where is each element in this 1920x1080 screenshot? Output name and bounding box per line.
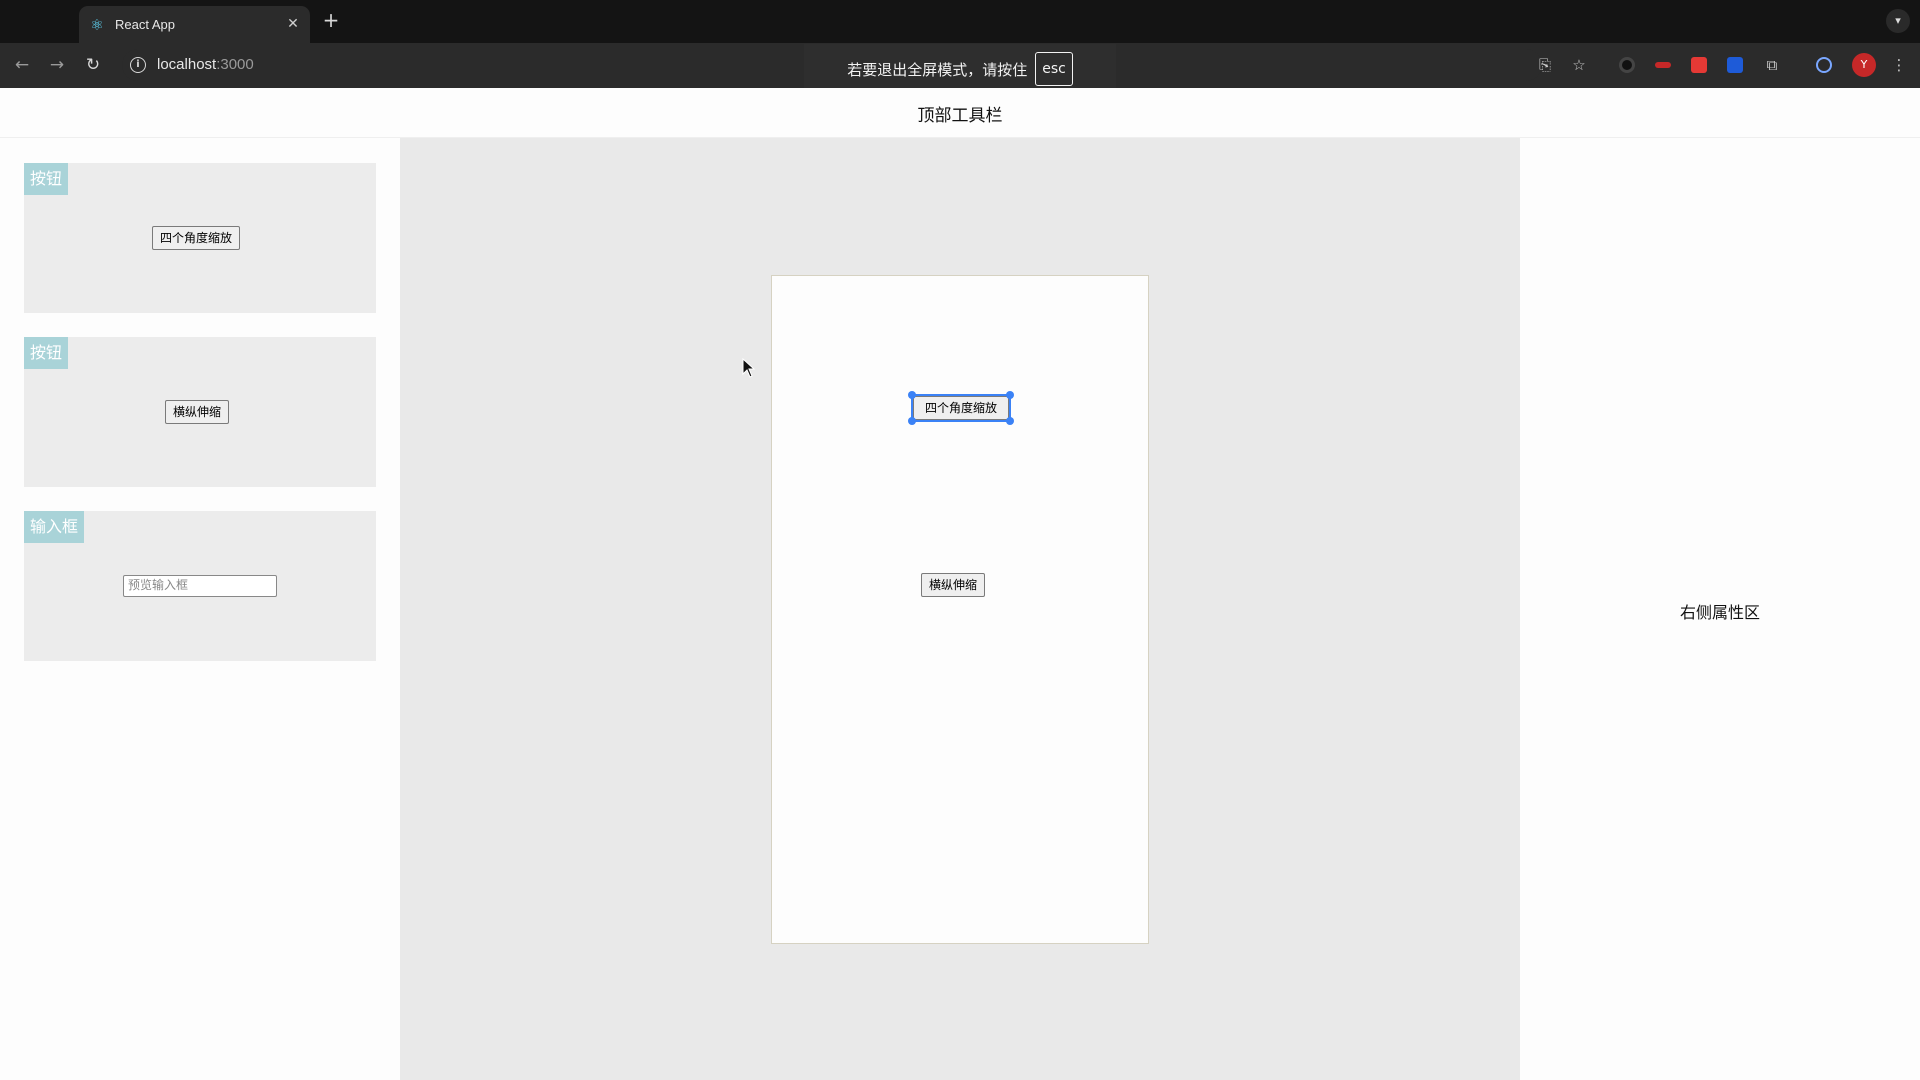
url-host: localhost — [157, 56, 217, 73]
mouse-cursor-icon — [742, 358, 756, 378]
canvas-area[interactable]: 四个角度缩放 横纵伸缩 — [400, 138, 1520, 1080]
resize-handle-top-left[interactable] — [908, 391, 916, 399]
component-card-button-stretch[interactable]: 按钮 横纵伸缩 — [24, 337, 376, 487]
resize-handle-bottom-right[interactable] — [1006, 417, 1014, 425]
browser-tabstrip: ⚛ React App ✕ + ▾ — [0, 0, 1920, 43]
properties-panel: 右侧属性区 — [1520, 138, 1920, 1080]
properties-panel-title: 右侧属性区 — [1679, 603, 1760, 622]
component-card-input[interactable]: 输入框 预览输入框 — [24, 511, 376, 661]
top-toolbar-title: 顶部工具栏 — [917, 106, 1003, 126]
plus-icon[interactable]: + — [320, 8, 342, 34]
resize-handle-bottom-left[interactable] — [908, 417, 916, 425]
extension-circle-icon[interactable] — [1816, 57, 1832, 73]
extension-app-icon[interactable] — [1691, 57, 1707, 73]
fullscreen-notice-text: 若要退出全屏模式，请按住 — [847, 60, 1028, 79]
extension-red-icon[interactable] — [1655, 62, 1671, 68]
reload-icon[interactable]: ↻ — [82, 54, 104, 76]
star-icon[interactable]: ☆ — [1569, 55, 1589, 75]
url-text: localhost:3000 — [157, 56, 254, 73]
preview-button[interactable]: 横纵伸缩 — [165, 400, 230, 424]
chevron-down-icon[interactable]: ▾ — [1886, 9, 1910, 33]
info-icon[interactable]: i — [130, 57, 146, 73]
forward-arrow-icon[interactable]: → — [46, 54, 68, 76]
react-icon: ⚛ — [90, 15, 104, 34]
esc-key: esc — [1035, 52, 1073, 86]
install-app-icon[interactable]: ⎘ — [1535, 55, 1555, 75]
top-toolbar: 顶部工具栏 — [0, 88, 1920, 138]
fullscreen-notice: 若要退出全屏模式，请按住 esc — [804, 44, 1116, 94]
selected-element[interactable]: 四个角度缩放 — [908, 391, 1014, 425]
component-tag: 输入框 — [24, 511, 85, 543]
component-tag: 按钮 — [24, 337, 69, 369]
component-card-button-corner-scale[interactable]: 按钮 四个角度缩放 — [24, 163, 376, 313]
preview-input[interactable]: 预览输入框 — [123, 575, 277, 597]
more-vertical-icon[interactable]: ⋮ — [1889, 55, 1909, 75]
puzzle-icon[interactable]: ⧉ — [1762, 55, 1782, 75]
preview-button[interactable]: 四个角度缩放 — [152, 226, 241, 250]
extension-record-icon[interactable] — [1619, 57, 1635, 73]
url-port: :3000 — [216, 56, 254, 73]
browser-tab[interactable]: ⚛ React App ✕ — [79, 6, 310, 43]
tab-title: React App — [115, 17, 175, 32]
back-arrow-icon[interactable]: ← — [11, 54, 33, 76]
close-icon[interactable]: ✕ — [284, 15, 302, 33]
phone-canvas[interactable]: 四个角度缩放 横纵伸缩 — [771, 275, 1149, 944]
resize-handle-top-right[interactable] — [1006, 391, 1014, 399]
extension-blue-icon[interactable] — [1727, 57, 1743, 73]
canvas-button-corner-scale[interactable]: 四个角度缩放 — [913, 396, 1009, 420]
canvas-button-stretch[interactable]: 横纵伸缩 — [921, 573, 986, 597]
profile-avatar[interactable]: Y — [1852, 53, 1876, 77]
component-library: 按钮 四个角度缩放 按钮 横纵伸缩 输入框 预览输入框 — [0, 138, 400, 1080]
component-tag: 按钮 — [24, 163, 69, 195]
